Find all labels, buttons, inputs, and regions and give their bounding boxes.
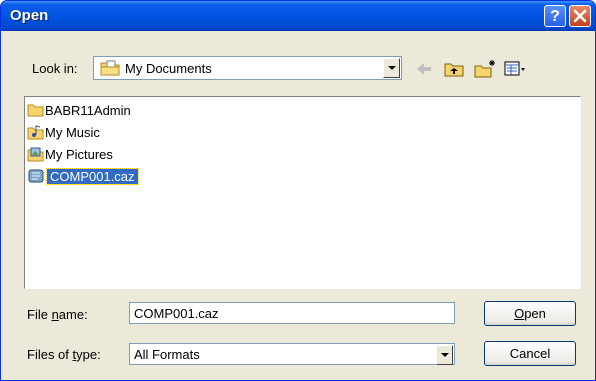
lookin-label: Look in:	[32, 61, 78, 76]
title-bar[interactable]: Open ?	[1, 1, 595, 31]
back-arrow-icon[interactable]	[413, 59, 435, 79]
filetype-label: Files of type:	[27, 347, 101, 362]
views-menu-icon[interactable]	[503, 59, 527, 79]
filetype-dropdown-arrow[interactable]	[436, 345, 453, 365]
window-title: Open	[10, 7, 49, 24]
open-button-label: Open	[514, 306, 546, 321]
documents-folder-icon	[100, 60, 120, 76]
up-folder-icon[interactable]	[443, 59, 465, 79]
close-button[interactable]	[569, 5, 591, 27]
new-folder-icon[interactable]	[473, 59, 497, 79]
close-icon	[573, 9, 587, 23]
filetype-dropdown[interactable]: All Formats	[129, 343, 455, 365]
file-list[interactable]: BABR11Admin My Music My Pictures COMP001…	[24, 96, 581, 289]
open-button[interactable]: Open	[484, 301, 576, 326]
filename-value: COMP001.caz	[134, 306, 219, 321]
filetype-value: All Formats	[134, 347, 200, 362]
filename-input[interactable]: COMP001.caz	[129, 302, 455, 324]
file-name: My Pictures	[45, 147, 113, 162]
music-folder-icon	[27, 125, 44, 140]
pictures-folder-icon	[27, 147, 44, 162]
folder-icon	[27, 104, 44, 117]
file-name: My Music	[45, 125, 100, 140]
help-icon: ?	[550, 8, 560, 25]
open-dialog: Open ? Look in: My Documents BABR11Admin…	[0, 0, 596, 381]
lookin-dropdown-arrow[interactable]	[383, 58, 400, 78]
lookin-dropdown[interactable]: My Documents	[93, 56, 402, 80]
document-icon	[28, 169, 44, 183]
help-button[interactable]: ?	[544, 5, 566, 27]
file-name: BABR11Admin	[45, 103, 131, 118]
lookin-value: My Documents	[125, 61, 212, 76]
filename-label: File name:	[27, 307, 88, 322]
file-name: COMP001.caz	[46, 168, 139, 185]
cancel-button[interactable]: Cancel	[484, 341, 576, 366]
cancel-button-label: Cancel	[509, 346, 551, 361]
